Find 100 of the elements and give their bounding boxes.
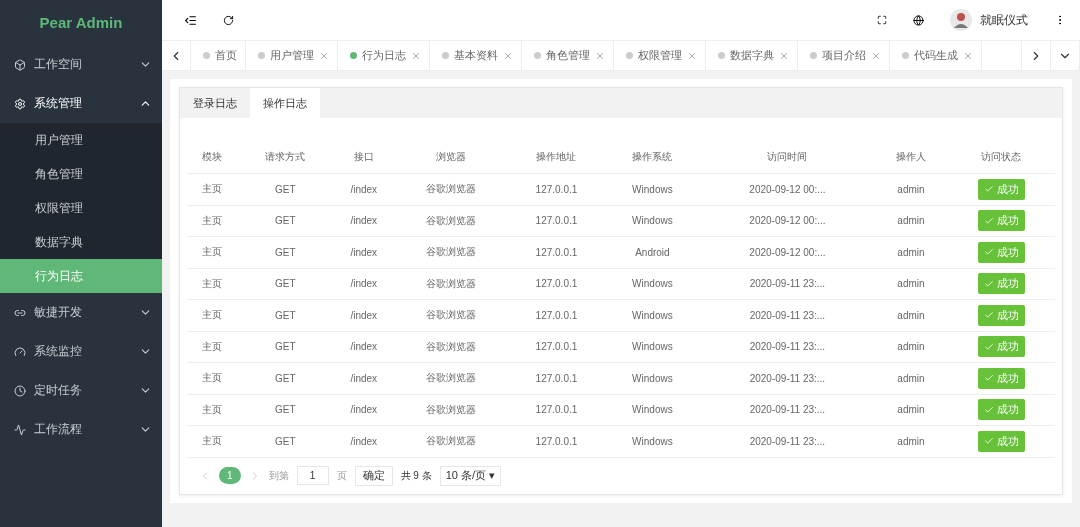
avatar-icon [950,9,972,31]
menu-icon[interactable] [184,13,197,27]
sidebar-item[interactable]: 角色管理 [0,157,162,191]
check-icon [983,310,994,321]
page-tab[interactable]: 项目介绍 [798,41,890,70]
sidebar-group[interactable]: 系统管理 [0,84,162,123]
table-cell: 127.0.0.1 [508,394,605,426]
table-cell: /index [333,331,395,363]
page-tab[interactable]: 用户管理 [246,41,338,70]
page-unit: 页 [336,468,347,483]
table-cell: admin [874,173,948,205]
table-cell: admin [874,394,948,426]
table-cell: 2020-09-12 00:... [700,205,875,237]
table-cell: GET [237,394,334,426]
table-cell: GET [237,205,334,237]
goto-label: 到第 [268,468,289,483]
globe-icon[interactable] [913,14,924,26]
page-tab[interactable]: 权限管理 [614,41,706,70]
confirm-button[interactable]: 确定 [354,465,393,486]
page-tab[interactable]: 基本资料 [430,41,522,70]
table-cell: 2020-09-12 00:... [700,173,875,205]
sidebar-group[interactable]: 系统监控 [0,332,162,371]
table-cell: Android [604,236,701,268]
table-cell: admin [874,362,948,394]
check-icon [983,436,994,447]
table-cell: 127.0.0.1 [508,362,605,394]
table-cell: /index [333,268,395,300]
sidebar-group[interactable]: 定时任务 [0,371,162,410]
sidebar-group[interactable]: 工作流程 [0,410,162,449]
table-cell: admin [874,236,948,268]
table-cell: /index [333,236,395,268]
refresh-icon[interactable] [223,14,234,26]
sidebar-group[interactable]: 工作空间 [0,45,162,84]
table-cell: GET [237,268,334,300]
table-cell: 2020-09-11 23:... [700,362,875,394]
table-cell: Windows [604,394,701,426]
table-cell: admin [874,425,948,457]
total-count: 共 9 条 [400,468,432,483]
close-icon[interactable] [687,50,697,61]
table-cell: 谷歌浏览器 [394,268,509,300]
page-tab[interactable]: 角色管理 [522,41,614,70]
page-tab[interactable]: 代码生成 [890,41,982,70]
check-icon [983,373,994,384]
table-cell: 主页 [187,394,238,426]
close-icon[interactable] [411,50,421,61]
table-cell: 主页 [187,268,238,300]
table-cell: 127.0.0.1 [508,299,605,331]
column-header: 访问时间 [700,141,875,174]
column-header: 访问状态 [947,141,1055,174]
table-cell: 127.0.0.1 [508,205,605,237]
log-tab[interactable]: 操作日志 [250,88,320,118]
close-icon[interactable] [963,50,973,61]
fullscreen-icon[interactable] [877,15,887,25]
cube-icon [14,58,26,71]
table-cell: 谷歌浏览器 [394,236,509,268]
table-cell: 主页 [187,236,238,268]
table-cell: 谷歌浏览器 [394,205,509,237]
table-cell: 谷歌浏览器 [394,425,509,457]
sidebar-item[interactable]: 数据字典 [0,225,162,259]
sidebar-group[interactable]: 敏捷开发 [0,293,162,332]
close-icon[interactable] [503,50,513,61]
sidebar-item[interactable]: 权限管理 [0,191,162,225]
table-cell: admin [874,268,948,300]
table-cell: 2020-09-11 23:... [700,394,875,426]
table-cell: /index [333,205,395,237]
table-cell: 127.0.0.1 [508,268,605,300]
sidebar-item[interactable]: 用户管理 [0,123,162,157]
table-cell: GET [237,331,334,363]
close-icon[interactable] [871,50,881,61]
table-cell: 127.0.0.1 [508,425,605,457]
table-cell: GET [237,362,334,394]
table-cell: Windows [604,268,701,300]
page-tab[interactable]: 首页 [191,41,246,70]
close-icon[interactable] [595,50,605,61]
column-header: 接口 [333,141,395,174]
table-cell: 2020-09-12 00:... [700,236,875,268]
close-icon[interactable] [319,50,329,61]
close-icon[interactable] [779,50,789,61]
table-cell: Windows [604,299,701,331]
table-cell: 谷歌浏览器 [394,299,509,331]
username[interactable]: 就眠仪式 [980,11,1028,29]
table-cell: admin [874,299,948,331]
column-header: 浏览器 [394,141,509,174]
logo-text: Pear Admin [38,13,124,33]
table-cell: GET [237,299,334,331]
table-cell: /index [333,299,395,331]
log-tab[interactable]: 登录日志 [180,88,250,118]
table-cell: admin [874,331,948,363]
table-cell: GET [237,425,334,457]
column-header: 请求方式 [237,141,334,174]
page-input[interactable]: 1 [296,466,329,485]
table-cell: 主页 [187,331,238,363]
check-icon [983,341,994,352]
page-tab[interactable]: 数据字典 [706,41,798,70]
page-size-select[interactable]: 10 条/页 ▾ [439,465,501,486]
table-cell: /index [333,425,395,457]
table-cell: GET [237,236,334,268]
page-tab[interactable]: 行为日志 [338,41,430,70]
table-cell: 2020-09-11 23:... [700,268,875,300]
check-icon [983,404,994,415]
